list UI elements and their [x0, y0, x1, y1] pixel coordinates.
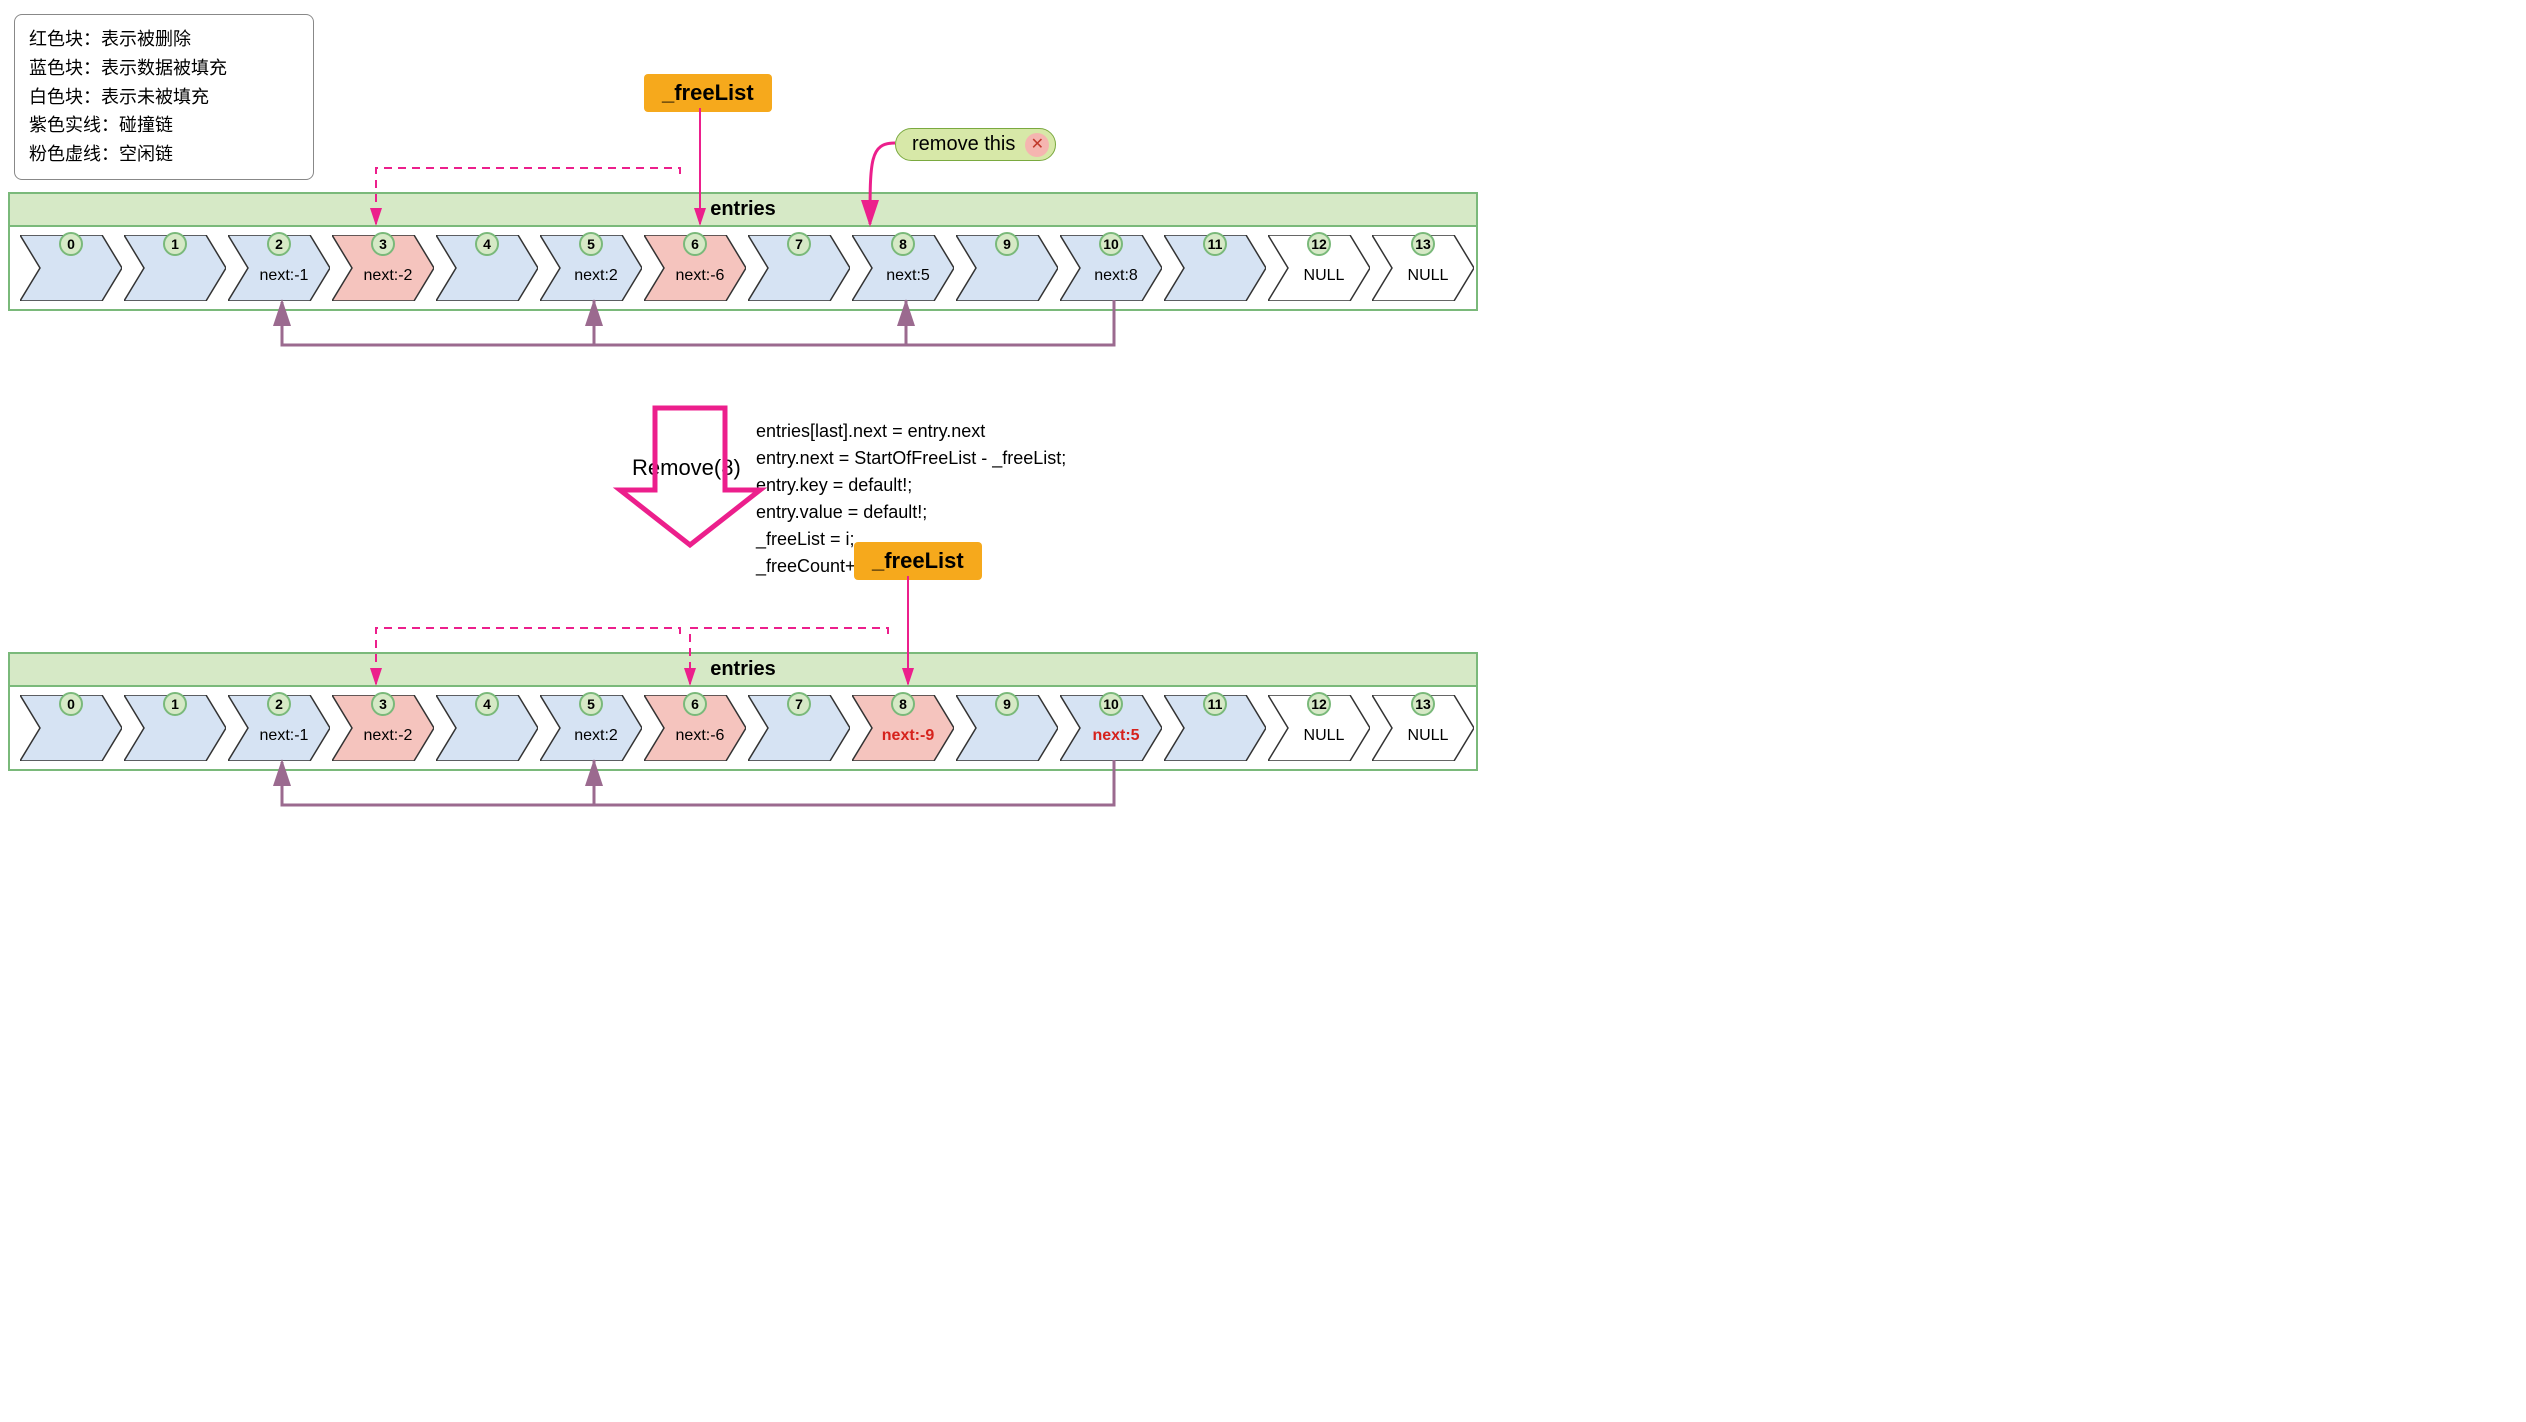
entry-cell: 2 next:-1 [228, 235, 330, 301]
entry-cell: 10 next:5 [1060, 695, 1162, 761]
entry-next-label: next:8 [1076, 267, 1156, 285]
entry-cell: 4 [436, 695, 538, 761]
entry-index-badge: 3 [371, 232, 395, 256]
entry-index-badge: 5 [579, 692, 603, 716]
entry-index-badge: 1 [163, 232, 187, 256]
entry-cell: 11 [1164, 235, 1266, 301]
entry-index-badge: 13 [1411, 692, 1435, 716]
entry-next-label: NULL [1284, 267, 1364, 285]
remove-this-label: remove this [912, 133, 1015, 155]
entry-cell: 12 NULL [1268, 235, 1370, 301]
entries-header: entries [10, 654, 1476, 687]
entry-cell: 0 [20, 235, 122, 301]
entry-next-label: next:-6 [660, 267, 740, 285]
legend-line: 白色块：表示未被填充 [29, 83, 299, 112]
entry-index-badge: 11 [1203, 692, 1227, 716]
entry-cell: 1 [124, 235, 226, 301]
entry-index-badge: 9 [995, 692, 1019, 716]
entry-cell: 3 next:-2 [332, 695, 434, 761]
entry-index-badge: 5 [579, 232, 603, 256]
entry-cell: 7 [748, 235, 850, 301]
entry-cell: 9 [956, 235, 1058, 301]
entry-index-badge: 3 [371, 692, 395, 716]
entry-cell: 3 next:-2 [332, 235, 434, 301]
entry-cell: 5 next:2 [540, 695, 642, 761]
remove-op-label: Remove(8) [632, 455, 741, 481]
legend-box: 红色块：表示被删除 蓝色块：表示数据被填充 白色块：表示未被填充 紫色实线：碰撞… [14, 14, 314, 180]
remove-this-tag: remove this ✕ [895, 128, 1056, 161]
entry-cell: 10 next:8 [1060, 235, 1162, 301]
entries-header: entries [10, 194, 1476, 227]
entry-index-badge: 9 [995, 232, 1019, 256]
entry-next-label: next:-9 [868, 727, 948, 745]
entries-row-bottom: 0 1 2 next:-1 3 next:-2 4 5 next:2 6 next:-6… [10, 687, 1476, 769]
entry-cell: 11 [1164, 695, 1266, 761]
entry-next-label: next:2 [556, 267, 636, 285]
entry-index-badge: 6 [683, 232, 707, 256]
entry-next-label: next:-2 [348, 727, 428, 745]
entry-cell: 13 NULL [1372, 695, 1474, 761]
close-icon: ✕ [1025, 133, 1049, 157]
entry-index-badge: 11 [1203, 232, 1227, 256]
entry-index-badge: 10 [1099, 692, 1123, 716]
entry-next-label: NULL [1388, 267, 1468, 285]
entries-container-top: entries 0 1 2 next:-1 3 next:-2 4 5 next:2 … [8, 192, 1478, 311]
entry-next-label: next:-1 [244, 267, 324, 285]
entry-index-badge: 0 [59, 692, 83, 716]
entries-row-top: 0 1 2 next:-1 3 next:-2 4 5 next:2 6 next:-6… [10, 227, 1476, 309]
freelist-tag-top: _freeList [644, 74, 772, 112]
entry-index-badge: 7 [787, 692, 811, 716]
entries-container-bottom: entries 0 1 2 next:-1 3 next:-2 4 5 next:2 … [8, 652, 1478, 771]
entry-next-label: next:-6 [660, 727, 740, 745]
entry-cell: 2 next:-1 [228, 695, 330, 761]
entry-index-badge: 4 [475, 232, 499, 256]
entry-cell: 9 [956, 695, 1058, 761]
entry-index-badge: 13 [1411, 232, 1435, 256]
freelist-tag-bottom: _freeList [854, 542, 982, 580]
entry-cell: 7 [748, 695, 850, 761]
entry-next-label: NULL [1284, 727, 1364, 745]
entry-index-badge: 2 [267, 692, 291, 716]
entry-index-badge: 12 [1307, 692, 1331, 716]
entry-next-label: next:2 [556, 727, 636, 745]
entry-cell: 4 [436, 235, 538, 301]
entry-index-badge: 8 [891, 692, 915, 716]
entry-index-badge: 10 [1099, 232, 1123, 256]
entry-cell: 6 next:-6 [644, 235, 746, 301]
legend-line: 紫色实线：碰撞链 [29, 111, 299, 140]
entry-next-label: next:5 [868, 267, 948, 285]
entry-index-badge: 6 [683, 692, 707, 716]
legend-line: 红色块：表示被删除 [29, 25, 299, 54]
legend-line: 粉色虚线：空闲链 [29, 140, 299, 169]
entry-cell: 12 NULL [1268, 695, 1370, 761]
entry-index-badge: 0 [59, 232, 83, 256]
entry-cell: 8 next:-9 [852, 695, 954, 761]
entry-cell: 1 [124, 695, 226, 761]
entry-next-label: next:5 [1076, 727, 1156, 745]
entry-cell: 0 [20, 695, 122, 761]
entry-index-badge: 8 [891, 232, 915, 256]
entry-next-label: NULL [1388, 727, 1468, 745]
entry-cell: 13 NULL [1372, 235, 1474, 301]
entry-index-badge: 4 [475, 692, 499, 716]
entry-cell: 5 next:2 [540, 235, 642, 301]
entry-index-badge: 12 [1307, 232, 1331, 256]
entry-index-badge: 7 [787, 232, 811, 256]
entry-next-label: next:-2 [348, 267, 428, 285]
entry-cell: 6 next:-6 [644, 695, 746, 761]
entry-next-label: next:-1 [244, 727, 324, 745]
entry-cell: 8 next:5 [852, 235, 954, 301]
legend-line: 蓝色块：表示数据被填充 [29, 54, 299, 83]
entry-index-badge: 1 [163, 692, 187, 716]
entry-index-badge: 2 [267, 232, 291, 256]
